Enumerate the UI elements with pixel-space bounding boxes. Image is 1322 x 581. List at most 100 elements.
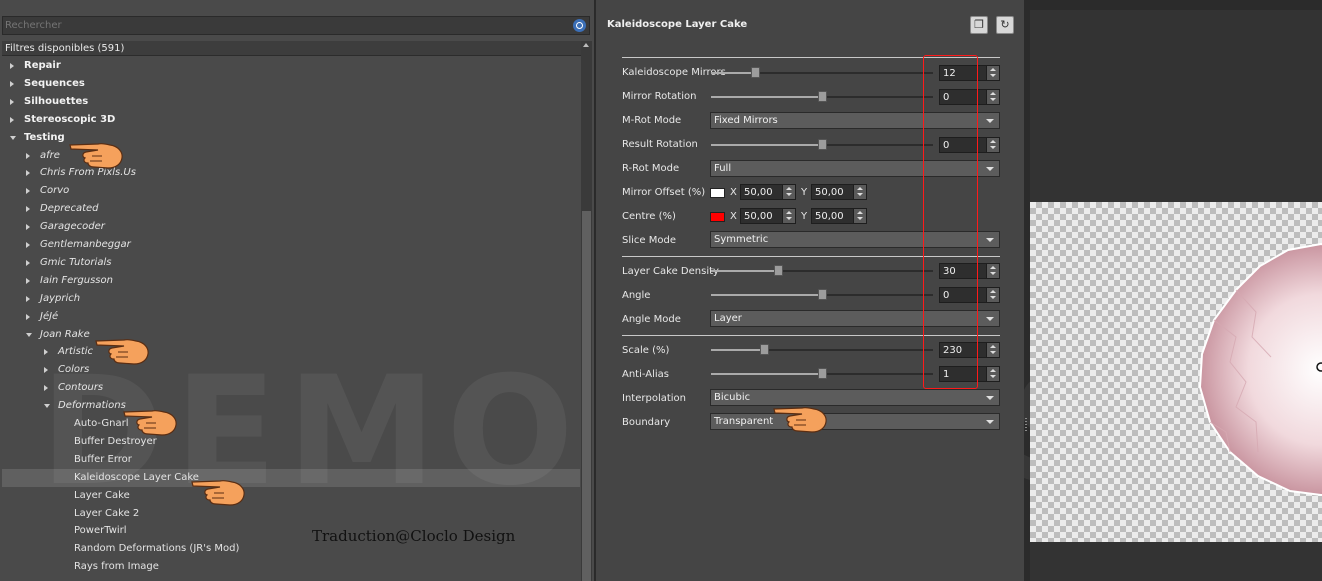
tree-item-label: Buffer Error xyxy=(74,453,132,465)
slider-thumb[interactable] xyxy=(818,91,827,102)
filter-item[interactable]: Layer Cake xyxy=(2,487,580,505)
filter-item[interactable]: Rays from Image xyxy=(2,558,580,576)
copy-button[interactable]: ❐ xyxy=(970,16,988,34)
tree-item-label: Joan Rake xyxy=(40,328,90,340)
mirror-offset-y-value[interactable] xyxy=(815,185,853,199)
slider-thumb[interactable] xyxy=(760,344,770,355)
scale-slider[interactable] xyxy=(711,343,933,357)
pointing-hand-icon xyxy=(123,409,177,436)
slider-thumb[interactable] xyxy=(818,139,827,150)
centre-x-spinbox[interactable] xyxy=(740,208,796,224)
filter-item[interactable]: Buffer Destroyer xyxy=(2,433,580,451)
expand-arrow-right-icon[interactable] xyxy=(10,98,14,105)
centre-color-swatch[interactable] xyxy=(710,212,725,222)
mirror-rotation-slider[interactable] xyxy=(711,90,933,104)
tree-folder[interactable]: Colors xyxy=(2,361,580,379)
boundary-select[interactable]: Transparent xyxy=(710,413,1000,430)
tree-folder[interactable]: Repair xyxy=(2,57,580,75)
x-label: X xyxy=(730,187,737,198)
filter-item[interactable]: Buffer Error xyxy=(2,451,580,469)
expand-arrow-right-icon[interactable] xyxy=(26,259,30,266)
expand-arrow-right-icon[interactable] xyxy=(10,80,14,87)
centre-y-spinbox[interactable] xyxy=(811,208,867,224)
chevron-down-icon xyxy=(986,119,994,123)
m-rot-mode-value: Fixed Mirrors xyxy=(714,115,778,126)
tree-item-label: PowerTwirl xyxy=(74,525,127,537)
layer-cake-density-slider[interactable] xyxy=(711,264,933,278)
mirror-offset-color-swatch[interactable] xyxy=(710,188,725,198)
slider-thumb[interactable] xyxy=(818,289,827,300)
tree-folder[interactable]: Gmic Tutorials xyxy=(2,254,580,272)
slider-thumb[interactable] xyxy=(818,368,827,379)
expand-arrow-right-icon[interactable] xyxy=(44,349,48,356)
tree-folder[interactable]: Garagecoder xyxy=(2,218,580,236)
tree-item-label: Iain Fergusson xyxy=(40,274,113,286)
tree-folder[interactable]: JéJé xyxy=(2,308,580,326)
filter-item[interactable]: Auto-Gnarl xyxy=(2,415,580,433)
tree-folder[interactable]: Contours xyxy=(2,379,580,397)
tree-folder[interactable]: Corvo xyxy=(2,182,580,200)
splitter-handle[interactable] xyxy=(1025,418,1027,432)
credit-text: Traduction@Cloclo Design xyxy=(312,527,516,545)
tree-item-label: Layer Cake xyxy=(74,489,130,501)
interpolation-value: Bicubic xyxy=(714,392,751,403)
result-rotation-slider[interactable] xyxy=(711,138,933,152)
expand-arrow-right-icon[interactable] xyxy=(44,367,48,374)
expand-arrow-right-icon[interactable] xyxy=(26,242,30,248)
tree-item-label: Sequences xyxy=(24,77,85,89)
expand-arrow-down-icon[interactable] xyxy=(26,332,32,337)
filter-item[interactable]: Kaleidoscope Layer Cake xyxy=(2,468,580,487)
tree-folder[interactable]: Deformations xyxy=(2,397,580,415)
reset-button[interactable]: ↻ xyxy=(996,16,1014,34)
pointing-hand-icon xyxy=(69,142,123,169)
tree-folder[interactable]: Jayprich xyxy=(2,290,580,308)
tree-folder[interactable]: Deprecated xyxy=(2,200,580,218)
slider-thumb[interactable] xyxy=(751,67,761,78)
mirror-offset-x-value[interactable] xyxy=(744,185,782,199)
tree-scrollbar[interactable] xyxy=(581,41,592,581)
mirror-rotation-label: Mirror Rotation xyxy=(622,91,697,102)
search-icon[interactable] xyxy=(573,19,586,32)
anti-alias-slider[interactable] xyxy=(711,367,933,381)
expand-arrow-right-icon[interactable] xyxy=(44,385,48,392)
search-box[interactable] xyxy=(2,16,590,35)
slider-thumb[interactable] xyxy=(773,265,783,276)
expand-arrow-right-icon[interactable] xyxy=(26,188,30,195)
expand-arrow-down-icon[interactable] xyxy=(44,404,50,409)
tree-folder[interactable]: Sequences xyxy=(2,75,580,93)
centre-y-value[interactable] xyxy=(815,209,853,223)
expand-arrow-right-icon[interactable] xyxy=(26,224,30,231)
tree-folder[interactable]: Artistic xyxy=(2,343,580,361)
centre-x-value[interactable] xyxy=(744,209,782,223)
mirror-offset-x-spinbox[interactable] xyxy=(740,184,796,200)
tree-item-label: Kaleidoscope Layer Cake xyxy=(74,471,199,483)
preview-canvas[interactable] xyxy=(1030,202,1322,542)
expand-arrow-right-icon[interactable] xyxy=(26,277,30,284)
scroll-thumb[interactable] xyxy=(582,211,591,581)
expand-arrow-down-icon[interactable] xyxy=(10,135,16,140)
mirror-offset-y-spinbox[interactable] xyxy=(811,184,867,200)
tree-folder[interactable]: Silhouettes xyxy=(2,93,580,111)
r-rot-mode-label: R-Rot Mode xyxy=(622,163,680,174)
expand-arrow-right-icon[interactable] xyxy=(26,170,30,177)
expand-arrow-right-icon[interactable] xyxy=(26,295,30,302)
interpolation-select[interactable]: Bicubic xyxy=(710,389,1000,406)
expand-arrow-right-icon[interactable] xyxy=(10,63,14,69)
tree-folder[interactable]: Iain Fergusson xyxy=(2,272,580,290)
result-rotation-label: Result Rotation xyxy=(622,139,698,150)
kaleidoscope-mirrors-slider[interactable] xyxy=(711,66,933,80)
search-input[interactable] xyxy=(5,17,565,34)
expand-arrow-right-icon[interactable] xyxy=(26,313,30,320)
chevron-down-icon xyxy=(986,238,994,242)
expand-arrow-right-icon[interactable] xyxy=(26,152,30,159)
expand-arrow-right-icon[interactable] xyxy=(26,206,30,213)
expand-arrow-right-icon[interactable] xyxy=(10,116,14,123)
tree-folder[interactable]: Gentlemanbeggar xyxy=(2,236,580,254)
tree-folder[interactable]: Stereoscopic 3D xyxy=(2,111,580,129)
filter-item[interactable]: Layer Cake 2 xyxy=(2,505,580,523)
boundary-label: Boundary xyxy=(622,417,671,428)
scroll-up-arrow-icon[interactable] xyxy=(583,43,589,47)
interpolation-label: Interpolation xyxy=(622,393,686,404)
angle-slider[interactable] xyxy=(711,288,933,302)
tree-folder[interactable]: Joan Rake xyxy=(2,326,580,344)
